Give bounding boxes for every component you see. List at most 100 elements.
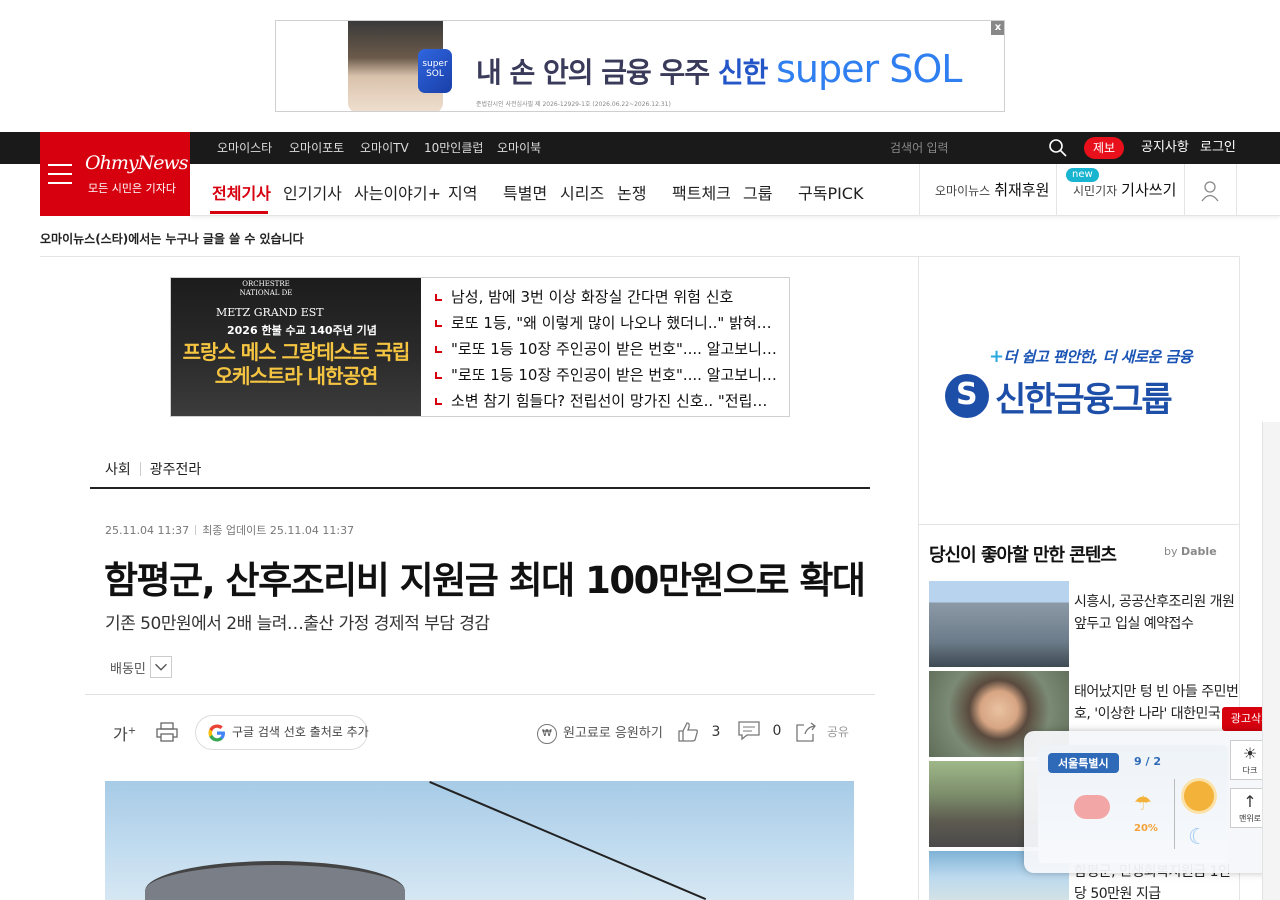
published-date: 25.11.04 11:37 <box>105 524 190 537</box>
logo-name: OhmyNews <box>85 152 188 174</box>
rain-probability: 20% <box>1134 823 1158 834</box>
updated-label: 최종 업데이트 <box>202 524 267 537</box>
write-article-button[interactable]: 시민기자 기사쓰기 <box>1073 164 1176 216</box>
search-input[interactable] <box>890 137 1040 159</box>
nav-divider <box>1236 164 1237 216</box>
google-preferred-source-button[interactable]: 구글 검색 선호 출처로 추가 <box>195 715 369 750</box>
top-banner-ad[interactable]: super SOL 내 손 안의 금융 우주 신한 super SOL 준법감시… <box>275 20 1005 112</box>
article-image[interactable] <box>105 781 854 900</box>
breadcrumb-separator <box>139 462 141 476</box>
like-count: 3 <box>711 724 721 740</box>
bullet-icon <box>435 320 442 327</box>
concert-subtitle: 2026 한불 수교 140주년 기념 <box>227 324 377 337</box>
dable-credit[interactable]: by Dable <box>1164 545 1217 558</box>
concert-ad-image[interactable]: ORCHESTRE NATIONAL DE METZ GRAND EST 202… <box>171 278 421 416</box>
breadcrumb-underline <box>90 487 870 489</box>
byline-divider <box>85 694 875 695</box>
sponsor-button[interactable]: 오마이뉴스 취재후원 <box>935 164 1049 216</box>
font-size-button[interactable]: 가+ <box>113 721 136 745</box>
nav-item-factcheck[interactable]: 팩트체크 <box>672 180 731 204</box>
author-name[interactable]: 배동민 <box>110 658 146 677</box>
notice-link[interactable]: 공지사항 <box>1141 132 1189 164</box>
bank-logo-icon <box>945 374 989 418</box>
scroll-top-label: 맨위로 <box>1238 814 1262 823</box>
bullet-icon <box>435 372 442 379</box>
recommend-thumbnail <box>929 581 1069 667</box>
image-building-roof <box>145 861 405 900</box>
weather-city: 서울특별시 <box>1048 753 1119 773</box>
sun-icon <box>1184 781 1214 811</box>
write-small-label: 시민기자 <box>1073 184 1118 198</box>
breadcrumb-item-region[interactable]: 광주전라 <box>150 462 202 478</box>
promo-link[interactable]: 로또 1등, "왜 이렇게 많이 나오나 했더니.." 밝혀… <box>433 310 778 336</box>
nav-item-life[interactable]: 사는이야기+ <box>354 180 441 204</box>
weather-date: 9 / 2 <box>1134 755 1161 768</box>
service-link-book[interactable]: 오마이북 <box>497 132 541 164</box>
share-button[interactable]: 공유 <box>795 721 849 743</box>
concert-metz-text: METZ GRAND EST <box>216 306 324 319</box>
service-link-photo[interactable]: 오마이포토 <box>289 132 344 164</box>
promo-link[interactable]: 남성, 밤에 3번 이상 화장실 간다면 위험 신호 <box>433 284 778 310</box>
thumbs-up-icon <box>678 722 698 742</box>
recommend-item[interactable]: 시흥시, 공공산후조리원 개원 앞두고 입실 예약접수 <box>929 581 1235 669</box>
promo-link-text: 로또 1등, "왜 이렇게 많이 나오나 했더니.." 밝혀… <box>451 314 772 332</box>
moon-icon: ☾ <box>1188 825 1208 850</box>
promo-link[interactable]: 소변 참기 힘들다? 전립선이 망가진 신호.. "전립… <box>433 388 778 414</box>
ad-fine-print: 준법감시인 사전심사필 제 2026-12929-1호 (2026.06.22~… <box>476 101 671 108</box>
ad-headline-text: 내 손 안의 금융 우주 <box>476 56 710 89</box>
logo-slogan: 모든 시민은 기자다 <box>88 182 176 195</box>
promo-link[interactable]: "로또 1등 10장 주인공이 받은 번호".... 알고보니 … <box>433 362 778 388</box>
breadcrumb-item-society[interactable]: 사회 <box>105 462 131 478</box>
recommend-item-title: 시흥시, 공공산후조리원 개원 앞두고 입실 예약접수 <box>1074 594 1235 632</box>
nav-item-series[interactable]: 시리즈 <box>560 180 604 204</box>
won-icon: ₩ <box>537 723 557 744</box>
font-size-label: 가 <box>113 725 128 744</box>
site-logo[interactable]: OhmyNews 모든 시민은 기자다 <box>40 132 190 216</box>
comment-count: 0 <box>772 723 782 739</box>
support-button[interactable]: ₩ 원고료로 응원하기 <box>537 722 663 744</box>
print-icon[interactable] <box>156 722 178 742</box>
comment-button[interactable]: 0 <box>738 721 781 741</box>
concert-title: 프랑스 메스 그랑테스트 국립 오케스트라 내한공연 <box>182 340 411 388</box>
nav-divider <box>1056 164 1057 216</box>
article-title: 함평군, 산후조리비 지원금 최대 100만원으로 확대 <box>104 559 866 602</box>
weather-card: 서울특별시 9 / 2 ☂ 20% ☾ <box>1038 745 1228 863</box>
nav-item-popular[interactable]: 인기기사 <box>283 180 342 204</box>
search-icon[interactable] <box>1048 138 1068 158</box>
service-link-club[interactable]: 10만인클럽 <box>424 132 483 164</box>
ad-brand-ko: 신한 <box>717 56 769 89</box>
top-bar: 오마이스타 오마이포토 오마이TV 10만인클럽 오마이북 제보 공지사항 로그… <box>0 132 1280 164</box>
promo-ad-box[interactable]: ORCHESTRE NATIONAL DE METZ GRAND EST 202… <box>170 277 790 417</box>
user-icon[interactable] <box>1200 180 1220 202</box>
ad-phone-image: super SOL <box>418 49 452 93</box>
article-dates: 25.11.04 11:37 최종 업데이트 25.11.04 11:37 <box>105 522 354 538</box>
nav-item-all-articles[interactable]: 전체기사 <box>212 180 271 204</box>
login-link[interactable]: 로그인 <box>1200 132 1236 164</box>
like-button[interactable]: 3 <box>677 721 720 743</box>
sponsor-small-label: 오마이뉴스 <box>935 184 991 198</box>
nav-item-subscribe-pick[interactable]: 구독PICK <box>798 180 863 204</box>
tip-button[interactable]: 제보 <box>1084 137 1124 159</box>
rain-cloud-icon <box>1074 795 1110 819</box>
menu-icon[interactable] <box>48 164 72 184</box>
comment-icon <box>738 721 760 741</box>
service-link-tv[interactable]: 오마이TV <box>360 132 409 164</box>
ad-close-button[interactable]: x <box>991 21 1004 35</box>
date-separator <box>195 525 197 535</box>
ad-headline: 내 손 안의 금융 우주 신한 super SOL <box>476 47 962 91</box>
right-banner-ad[interactable]: +더 쉽고 편안한, 더 새로운 금융 신한금융그룹 <box>919 258 1219 508</box>
nav-item-special[interactable]: 특별면 <box>503 180 547 204</box>
bullet-icon <box>435 294 442 301</box>
google-button-label: 구글 검색 선호 출처로 추가 <box>232 725 369 739</box>
nav-item-debate[interactable]: 논쟁 <box>617 180 646 204</box>
sponsor-label: 취재후원 <box>994 181 1050 199</box>
site-tagline: 오마이뉴스(스타)에서는 누구나 글을 쓸 수 있습니다 <box>40 232 304 246</box>
service-link-star[interactable]: 오마이스타 <box>217 132 272 164</box>
author-toggle[interactable] <box>150 656 172 678</box>
umbrella-icon: ☂ <box>1134 791 1152 815</box>
bullet-icon <box>435 346 442 353</box>
nav-item-group[interactable]: 그룹 <box>743 180 772 204</box>
nav-item-region[interactable]: 지역 <box>448 180 477 204</box>
promo-link[interactable]: "로또 1등 10장 주인공이 받은 번호".... 알고보니 … <box>433 336 778 362</box>
ad-phone-label: super SOL <box>422 59 448 79</box>
